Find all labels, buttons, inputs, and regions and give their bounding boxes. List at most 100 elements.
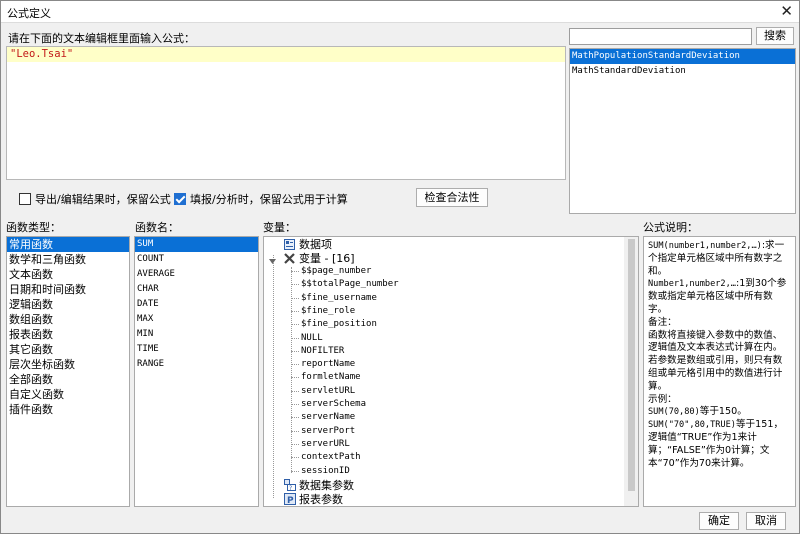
function-name-item[interactable]: RANGE xyxy=(135,357,258,372)
variable-item[interactable]: NOFILTER xyxy=(264,345,624,358)
tree-guide-line xyxy=(291,417,299,419)
formula-editor[interactable]: "Leo.Tsai" xyxy=(6,46,566,180)
formula-editor-line[interactable]: "Leo.Tsai" xyxy=(7,47,565,62)
function-type-item[interactable]: 文本函数 xyxy=(7,267,129,282)
search-results-list[interactable]: MathPopulationStandardDeviation MathStand… xyxy=(569,48,796,214)
function-type-item[interactable]: 层次坐标函数 xyxy=(7,357,129,372)
export-keep-formula-label: 导出/编辑结果时，保留公式 xyxy=(35,193,171,206)
tree-node-report-params[interactable]: P 报表参数 xyxy=(264,493,624,506)
tree-guide-line xyxy=(291,310,299,312)
tree-guide-line xyxy=(291,470,299,472)
function-name-item[interactable]: SUM xyxy=(135,237,258,252)
tree-guide-line xyxy=(291,297,299,299)
function-type-item[interactable]: 插件函数 xyxy=(7,402,129,417)
variable-label: serverPort xyxy=(301,425,356,436)
tree-guide-line xyxy=(291,350,299,352)
description-text: 等于150。 xyxy=(699,406,747,418)
tree-guide-line xyxy=(291,430,299,432)
description-code: SUM(number1,number2,…) xyxy=(648,241,762,251)
tree-node-data-items[interactable]: 数据项 xyxy=(264,238,624,251)
close-icon[interactable]: ✕ xyxy=(780,2,793,20)
checkbox-unchecked-icon[interactable] xyxy=(19,193,31,205)
tree-node-dataset-params[interactable]: ? 数据集参数 xyxy=(264,479,624,492)
function-name-item[interactable]: MAX xyxy=(135,312,258,327)
variable-item[interactable]: serverURL xyxy=(264,438,624,451)
function-name-item[interactable]: TIME xyxy=(135,342,258,357)
function-name-item[interactable]: COUNT xyxy=(135,252,258,267)
checkbox-checked-icon[interactable] xyxy=(174,193,186,205)
variable-label: contextPath xyxy=(301,452,361,463)
description-code: SUM("70",80,TRUE) xyxy=(648,420,736,431)
report-param-icon: P xyxy=(284,493,296,506)
description-label: 公式说明： xyxy=(643,221,698,234)
data-item-icon xyxy=(284,239,295,253)
function-type-item[interactable]: 逻辑函数 xyxy=(7,297,129,312)
variable-label: $fine_role xyxy=(301,305,356,316)
variable-item[interactable]: $$totalPage_number xyxy=(264,278,624,291)
function-names-list[interactable]: SUM COUNT AVERAGE CHAR DATE MAX MIN TIME RANGE xyxy=(134,236,259,507)
function-type-item[interactable]: 全部函数 xyxy=(7,372,129,387)
variable-item[interactable]: serverName xyxy=(264,411,624,424)
tree-guide-line xyxy=(291,324,299,326)
function-names-label: 函数名： xyxy=(135,221,179,234)
tree-guide-line xyxy=(291,390,299,392)
search-input[interactable] xyxy=(569,28,752,45)
ok-button[interactable]: 确定 xyxy=(699,512,739,530)
variable-item[interactable]: reportName xyxy=(264,358,624,371)
function-type-item[interactable]: 其它函数 xyxy=(7,342,129,357)
scrollbar-thumb[interactable] xyxy=(628,239,635,491)
function-type-item[interactable]: 自定义函数 xyxy=(7,387,129,402)
variable-item[interactable]: sessionID xyxy=(264,465,624,478)
search-result-item[interactable]: MathPopulationStandardDeviation xyxy=(570,49,795,64)
variable-item[interactable]: contextPath xyxy=(264,451,624,464)
description-text: 示例： xyxy=(648,393,677,405)
search-button[interactable]: 搜索 xyxy=(756,27,794,45)
fill-keep-formula-label: 填报/分析时，保留公式用于计算 xyxy=(190,193,348,206)
cancel-button[interactable]: 取消 xyxy=(746,512,786,530)
export-keep-formula-checkbox[interactable]: 导出/编辑结果时，保留公式 xyxy=(19,191,171,207)
description-paragraph: SUM("70",80,TRUE)等于151，逻辑值“TRUE”作为1来计算；“… xyxy=(648,419,791,470)
description-paragraph: 示例： xyxy=(648,394,791,407)
description-code: Number1,number2,… xyxy=(648,279,736,290)
variable-item[interactable]: $fine_position xyxy=(264,318,624,331)
variable-item[interactable]: serverPort xyxy=(264,425,624,438)
function-type-item[interactable]: 常用函数 xyxy=(7,237,129,252)
function-types-list[interactable]: 常用函数 数学和三角函数 文本函数 日期和时间函数 逻辑函数 数组函数 报表函数 其它函数 层次… xyxy=(6,236,130,507)
variable-item[interactable]: servletURL xyxy=(264,385,624,398)
variable-label: NULL xyxy=(301,332,323,343)
function-type-item[interactable]: 日期和时间函数 xyxy=(7,282,129,297)
fill-keep-formula-checkbox[interactable]: 填报/分析时，保留公式用于计算 xyxy=(174,191,348,207)
variable-item[interactable]: NULL xyxy=(264,332,624,345)
function-name-item[interactable]: AVERAGE xyxy=(135,267,258,282)
variables-label: 变量： xyxy=(263,221,296,234)
function-name-item[interactable]: DATE xyxy=(135,297,258,312)
variable-item[interactable]: $fine_username xyxy=(264,292,624,305)
variable-label: $fine_position xyxy=(301,319,377,330)
variable-item[interactable]: $$page_number xyxy=(264,265,624,278)
function-name-item[interactable]: MIN xyxy=(135,327,258,342)
variable-label: NOFILTER xyxy=(301,345,345,356)
tree-guide-line xyxy=(291,377,299,379)
function-name-item[interactable]: CHAR xyxy=(135,282,258,297)
tree-guide-line xyxy=(291,404,299,405)
search-result-item[interactable]: MathStandardDeviation xyxy=(570,64,795,79)
variable-item[interactable]: serverSchema xyxy=(264,398,624,411)
check-validity-button[interactable]: 检查合法性 xyxy=(416,188,488,207)
variable-label: $fine_username xyxy=(301,292,377,303)
function-type-item[interactable]: 报表函数 xyxy=(7,327,129,342)
description-code: SUM(70,80) xyxy=(648,407,700,418)
tree-guide-line xyxy=(291,364,299,366)
function-type-item[interactable]: 数学和三角函数 xyxy=(7,252,129,267)
vertical-scrollbar[interactable] xyxy=(624,237,638,506)
tree-node-label: 数据集参数 xyxy=(299,479,354,492)
function-types-label: 函数类型： xyxy=(6,221,61,234)
tree-node-variables[interactable]: 变量 - [16] xyxy=(264,252,624,265)
variable-item[interactable]: formletName xyxy=(264,371,624,384)
variable-item[interactable]: $fine_role xyxy=(264,305,624,318)
tree-node-label: 报表参数 xyxy=(299,493,343,506)
tree-guide-line xyxy=(291,271,299,272)
variable-label: serverSchema xyxy=(301,399,367,409)
description-paragraph: SUM(number1,number2,…):求一个指定单元格区域中所有数字之和… xyxy=(648,240,791,278)
variables-tree[interactable]: 数据项 变量 - [16] $$page_number $$totalPage_n… xyxy=(263,236,639,507)
function-type-item[interactable]: 数组函数 xyxy=(7,312,129,327)
